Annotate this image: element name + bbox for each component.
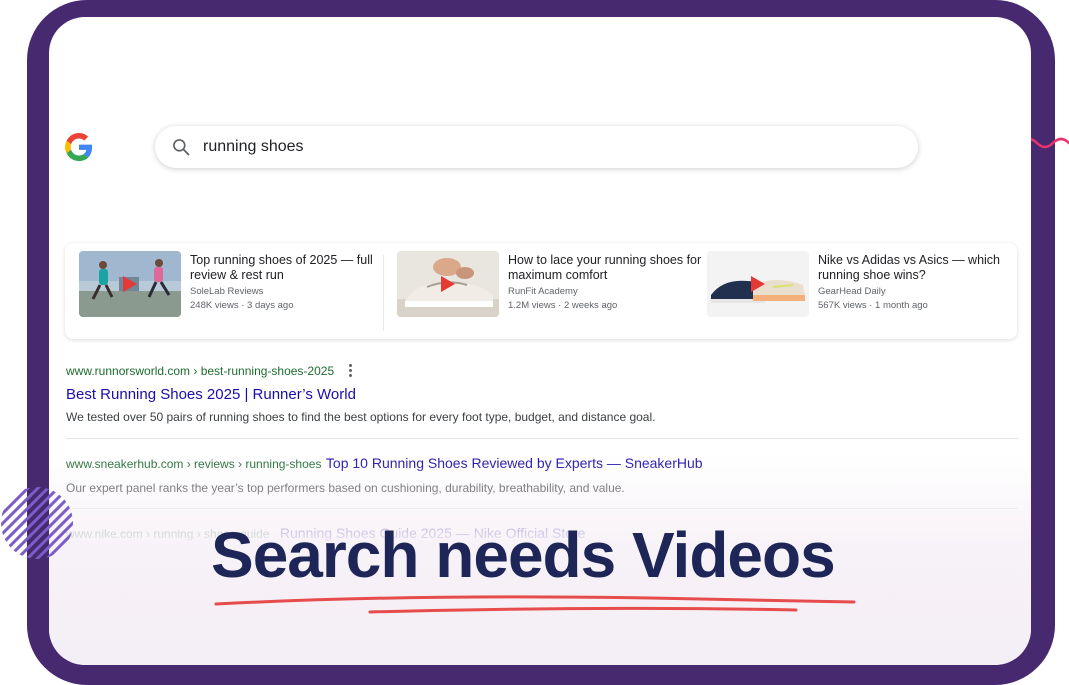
- result-divider: [66, 508, 1018, 509]
- search-result: www.sneakerhub.com › reviews › running-s…: [66, 455, 703, 495]
- video-meta: 248K views · 3 days ago: [190, 300, 294, 311]
- google-logo-icon[interactable]: [65, 133, 93, 161]
- video-channel: RunFit Academy: [508, 286, 578, 297]
- video-thumbnail[interactable]: [707, 251, 809, 317]
- result-snippet: We tested over 50 pairs of running shoes…: [66, 410, 656, 424]
- video-thumbnail[interactable]: [79, 251, 181, 317]
- result-divider: [66, 438, 1018, 439]
- result-snippet: Our expert panel ranks the year’s top pe…: [66, 481, 625, 495]
- video-info: How to lace your running shoes for maxim…: [508, 253, 708, 311]
- result-title[interactable]: Best Running Shoes 2025 | Runner’s World: [66, 386, 655, 403]
- search-result: www.runnorsworld.com › best-running-shoe…: [66, 362, 655, 424]
- headline-underline: [214, 595, 856, 614]
- search-bar[interactable]: running shoes: [155, 126, 918, 168]
- video-meta: 567K views · 1 month ago: [818, 300, 928, 311]
- result-title[interactable]: Top 10 Running Shoes Reviewed by Experts…: [326, 455, 703, 471]
- video-info: Nike vs Adidas vs Asics — which running …: [818, 253, 1018, 311]
- video-channel: SoleLab Reviews: [190, 286, 264, 297]
- video-title[interactable]: Nike vs Adidas vs Asics — which running …: [818, 253, 1018, 283]
- video-divider: [383, 255, 384, 331]
- video-carousel: Top running shoes of 2025 — full review …: [65, 243, 1017, 339]
- video-meta: 1.2M views · 2 weeks ago: [508, 300, 618, 311]
- video-title[interactable]: How to lace your running shoes for maxim…: [508, 253, 708, 283]
- video-thumbnail[interactable]: [397, 251, 499, 317]
- video-channel: GearHead Daily: [818, 286, 886, 297]
- result-url[interactable]: www.sneakerhub.com › reviews › running-s…: [66, 457, 321, 471]
- video-info: Top running shoes of 2025 — full review …: [190, 253, 390, 311]
- search-icon[interactable]: [171, 137, 191, 157]
- search-input[interactable]: running shoes: [203, 138, 304, 156]
- headline: Search needs Videos: [211, 519, 836, 591]
- result-url[interactable]: www.runnorsworld.com › best-running-shoe…: [66, 364, 334, 378]
- more-options-icon[interactable]: [348, 364, 354, 378]
- striped-circle-decoration-icon: [1, 487, 73, 559]
- video-title[interactable]: Top running shoes of 2025 — full review …: [190, 253, 390, 283]
